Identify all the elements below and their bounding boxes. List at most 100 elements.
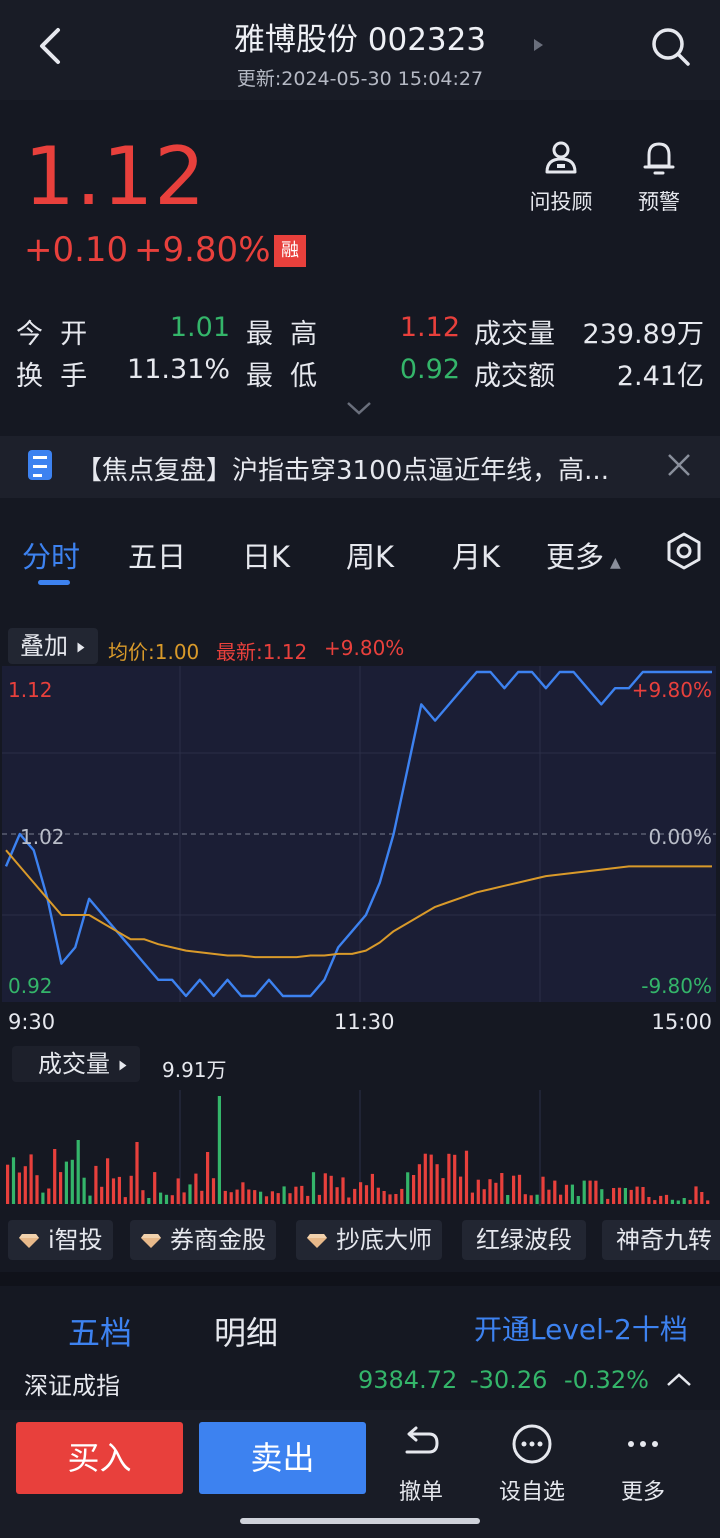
- volume-bar: [635, 1186, 639, 1204]
- tab-more[interactable]: 更多 ▲: [546, 534, 621, 576]
- indicator-label: 券商金股: [170, 1226, 266, 1254]
- tab-monthly-k[interactable]: 月K: [452, 534, 500, 576]
- volume-bar: [259, 1191, 263, 1204]
- volume-bar: [182, 1192, 186, 1204]
- news-headline[interactable]: 【焦点复盘】沪指击穿3100点逼近年线，高...: [76, 450, 656, 487]
- indicator-broker-picks[interactable]: 券商金股: [130, 1220, 276, 1260]
- volume-bar: [688, 1199, 692, 1204]
- volume-bar: [323, 1173, 327, 1204]
- volume-bar: [235, 1189, 239, 1204]
- y-label-low: 0.92: [8, 974, 53, 998]
- volume-dropdown[interactable]: 成交量: [12, 1046, 140, 1082]
- volume-bar: [517, 1174, 522, 1204]
- tab-weekly-k[interactable]: 周K: [346, 534, 394, 576]
- volume-bar: [606, 1198, 610, 1204]
- chevron-down-icon[interactable]: [346, 400, 372, 416]
- volume-bar: [35, 1175, 39, 1204]
- volume-bar: [123, 1197, 127, 1204]
- news-banner[interactable]: 【焦点复盘】沪指击穿3100点逼近年线，高...: [0, 436, 720, 498]
- volume-bar: [317, 1194, 321, 1204]
- diamond-icon: [307, 1234, 327, 1248]
- indicator-ai-invest[interactable]: i智投: [8, 1220, 113, 1260]
- ask-advisor-label: 问投顾: [529, 190, 593, 214]
- buy-button[interactable]: 买入: [16, 1422, 183, 1494]
- chevron-up-icon[interactable]: [666, 1372, 692, 1388]
- volume-bar: [170, 1195, 174, 1204]
- tab-trade-details[interactable]: 明细: [214, 1308, 278, 1354]
- intraday-chart[interactable]: [2, 666, 716, 1002]
- volume-dropdown-label: 成交量: [38, 1050, 110, 1078]
- stock-title[interactable]: 雅博股份 002323: [0, 14, 720, 59]
- x-label-close: 15:00: [651, 1010, 712, 1034]
- x-label-open: 9:30: [8, 1010, 56, 1034]
- undo-icon: [405, 1426, 439, 1454]
- ask-advisor-button[interactable]: 问投顾: [516, 138, 606, 216]
- volume-bar: [653, 1200, 657, 1204]
- caret-icon: ▲: [610, 555, 621, 571]
- volume-bar: [300, 1185, 304, 1204]
- sell-button[interactable]: 卖出: [199, 1422, 366, 1494]
- volume-bar: [582, 1180, 586, 1204]
- volume-bar: [100, 1186, 104, 1204]
- volume-bar: [76, 1140, 80, 1204]
- next-stock-icon[interactable]: [532, 38, 544, 52]
- volume-bar: [629, 1189, 633, 1204]
- settings-icon[interactable]: [664, 531, 704, 571]
- section-divider: [0, 1272, 720, 1286]
- add-watchlist-button[interactable]: 设自选: [487, 1422, 577, 1506]
- indicator-magic-nine[interactable]: 神奇九转: [602, 1220, 720, 1260]
- volume-bar: [470, 1192, 474, 1204]
- volume-bar: [270, 1191, 274, 1204]
- volume-bar: [523, 1194, 527, 1204]
- volume-bar: [400, 1188, 404, 1204]
- close-icon[interactable]: [666, 452, 692, 478]
- volume-bar: [17, 1172, 21, 1204]
- volume-bar: [188, 1184, 192, 1204]
- indicator-bottom-master[interactable]: 抄底大师: [296, 1220, 442, 1260]
- price-alert-button[interactable]: 预警: [614, 138, 704, 216]
- indicator-red-green-band[interactable]: 红绿波段: [462, 1220, 586, 1260]
- tab-intraday[interactable]: 分时: [22, 534, 80, 576]
- volume-chart[interactable]: [2, 1090, 716, 1206]
- more-circle-icon: [512, 1424, 552, 1464]
- volume-bar: [353, 1188, 357, 1204]
- cancel-order-button[interactable]: 撤单: [376, 1422, 466, 1506]
- volume-bar: [535, 1194, 539, 1204]
- avg-price-series-line: [5, 849, 712, 959]
- more-button[interactable]: 更多: [598, 1422, 688, 1506]
- volume-bar: [617, 1187, 622, 1204]
- volume-bar: [311, 1172, 316, 1204]
- volume-bar: [376, 1187, 380, 1204]
- indicator-label: i智投: [48, 1226, 103, 1254]
- overlay-dropdown[interactable]: 叠加: [8, 628, 98, 664]
- tab-five-day[interactable]: 五日: [128, 534, 186, 576]
- y-label-mid: 1.02: [20, 825, 65, 849]
- dots-icon: [628, 1441, 658, 1447]
- volume-bar: [576, 1196, 580, 1204]
- volume-bar: [23, 1166, 27, 1204]
- tab-five-levels[interactable]: 五档: [68, 1308, 132, 1354]
- volume-bar: [664, 1194, 669, 1204]
- latest-price-legend: 最新:1.12: [216, 640, 308, 664]
- more-label: 更多: [620, 1480, 665, 1505]
- open-label: 今 开: [16, 319, 88, 350]
- low-value: 0.92: [399, 354, 460, 385]
- low-label: 最 低: [246, 361, 318, 392]
- volume-bar: [253, 1190, 257, 1204]
- index-ticker[interactable]: 深证成指 9384.72 -30.26 -0.32%: [0, 1354, 720, 1410]
- search-icon[interactable]: [650, 26, 692, 68]
- volume-bar: [459, 1176, 463, 1204]
- amount-label: 成交额: [474, 361, 555, 392]
- volume-bar: [476, 1179, 480, 1204]
- add-watchlist-label: 设自选: [498, 1480, 565, 1505]
- volume-bar: [47, 1188, 51, 1204]
- tab-daily-k[interactable]: 日K: [242, 534, 290, 576]
- level2-upgrade-link[interactable]: 开通Level-2十档: [474, 1308, 688, 1348]
- active-tab-indicator: [38, 580, 70, 585]
- intraday-chart-svg: [2, 666, 716, 1002]
- volume-bar: [529, 1195, 533, 1204]
- volume-bar: [153, 1172, 157, 1204]
- volume-bar: [600, 1189, 604, 1204]
- volume-bar: [264, 1196, 269, 1204]
- volume-bar: [70, 1159, 74, 1204]
